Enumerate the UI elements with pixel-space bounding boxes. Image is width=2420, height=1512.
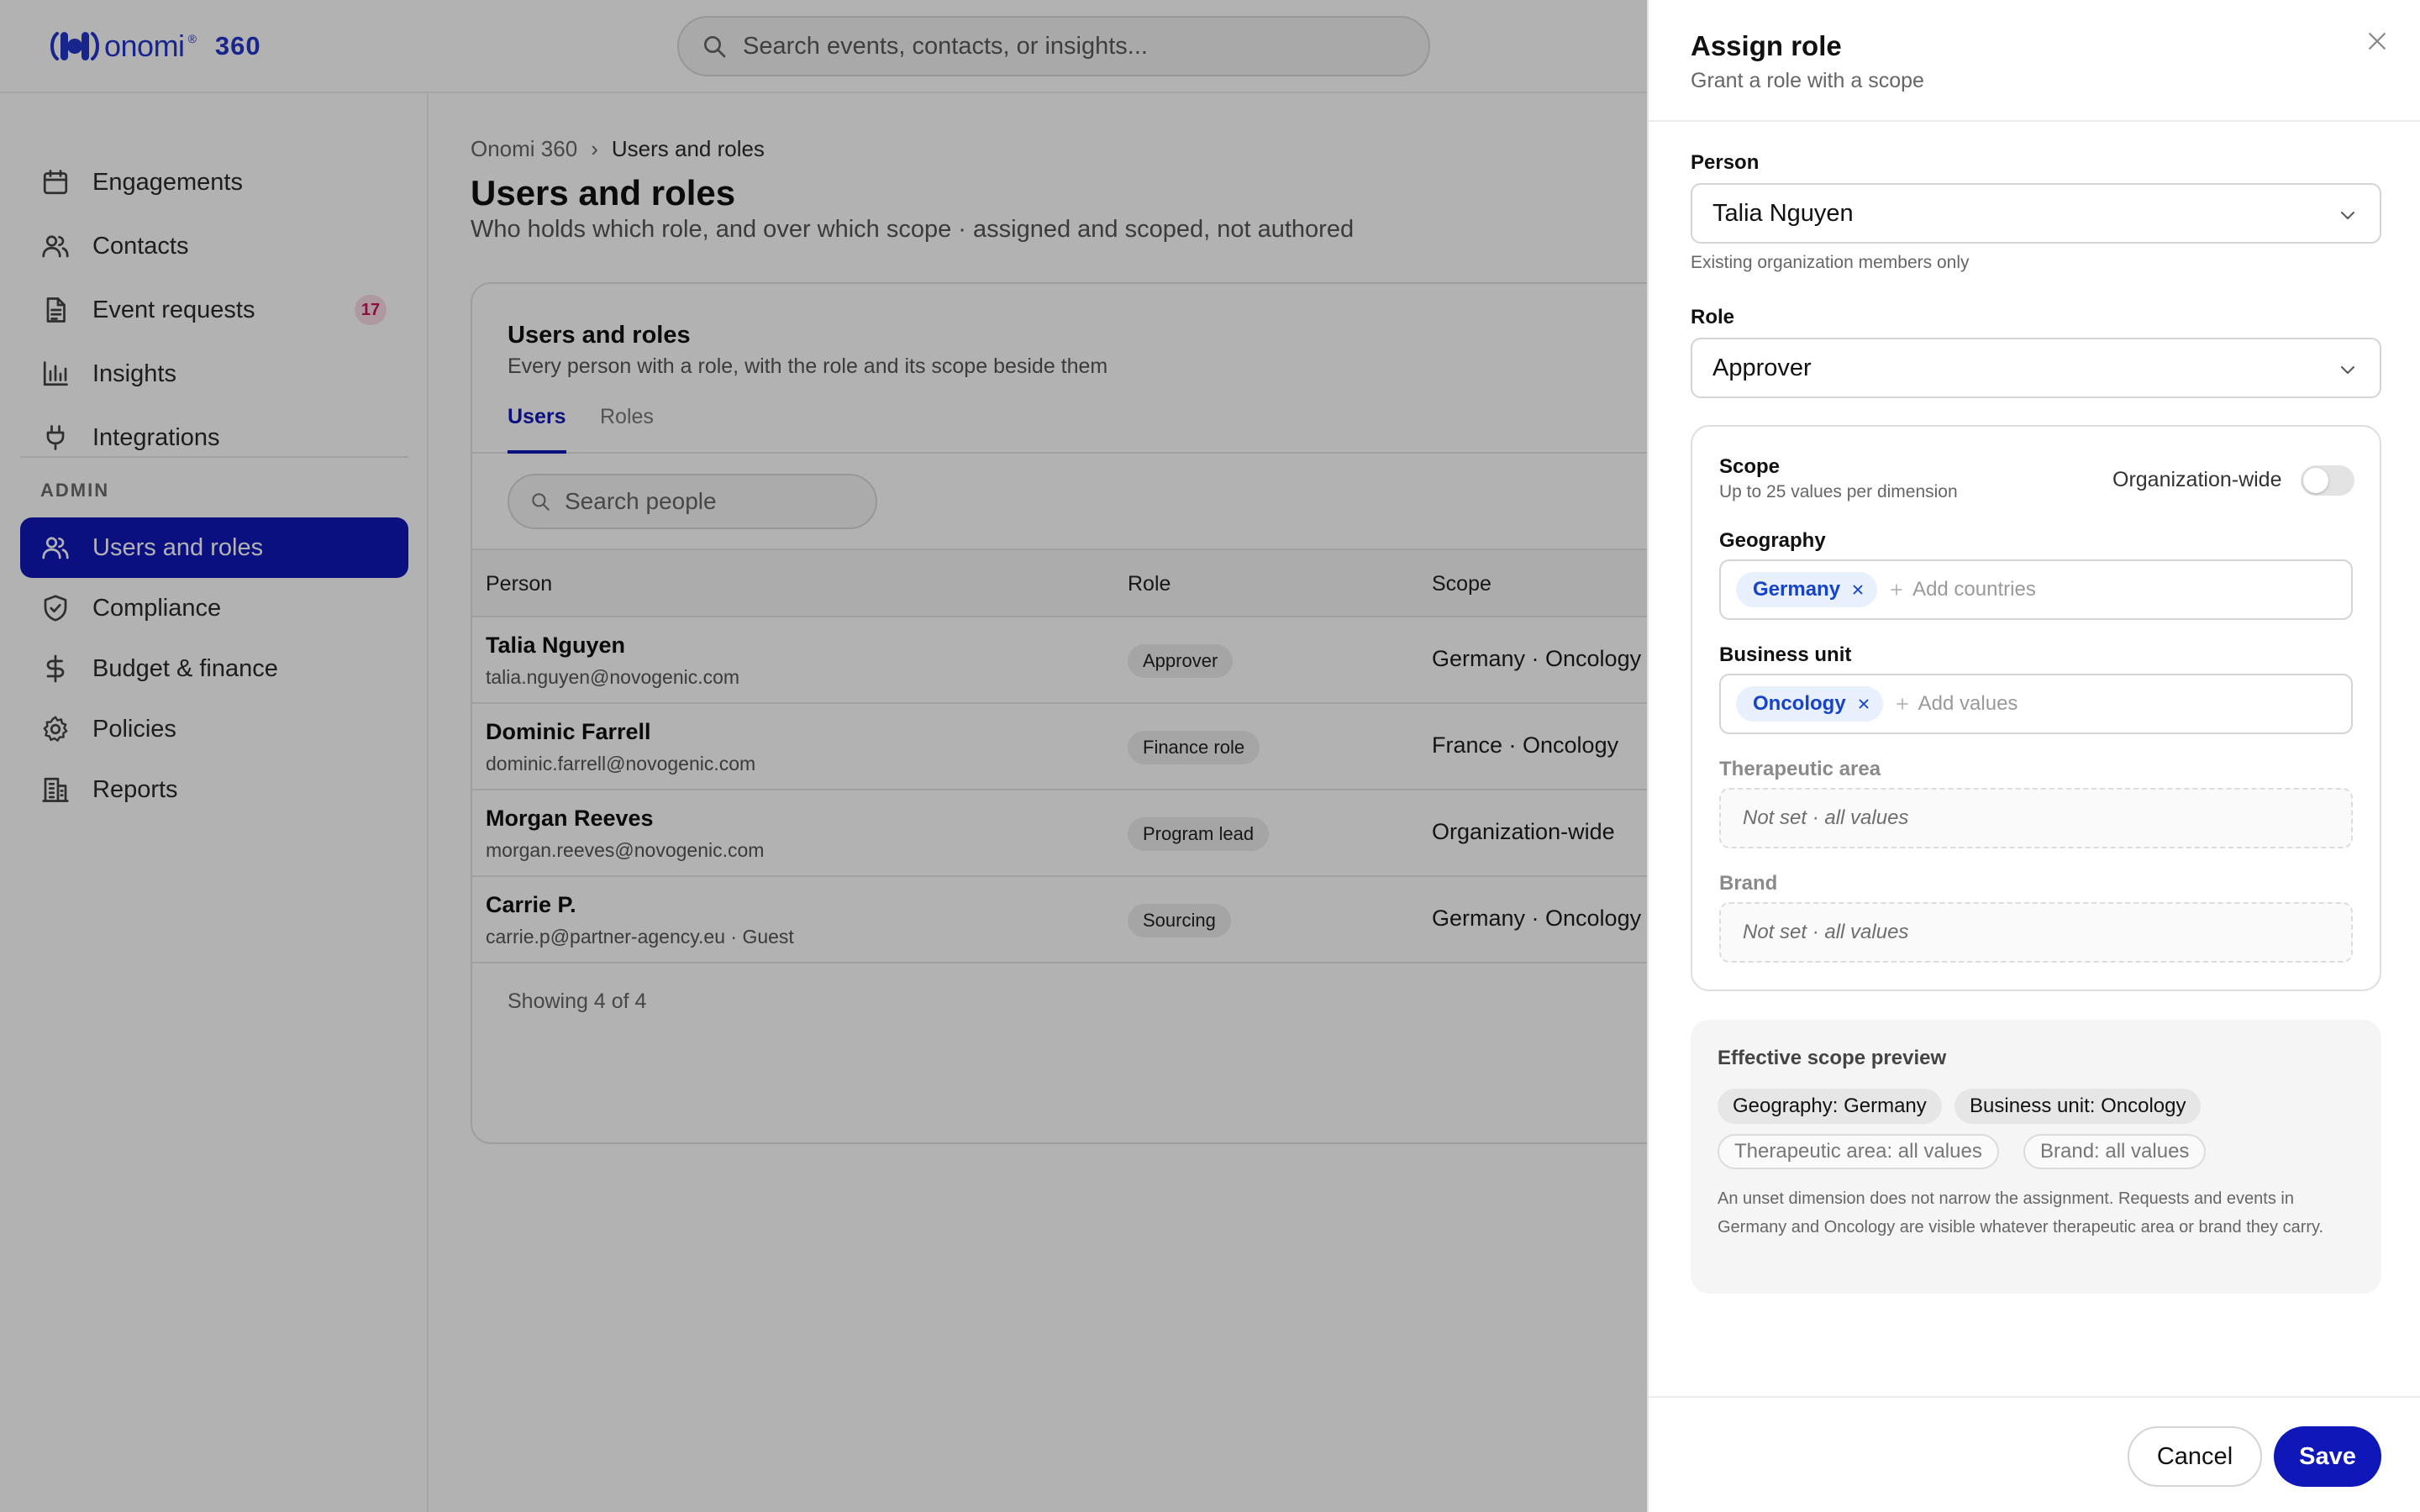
remove-chip-icon[interactable] (1850, 582, 1865, 597)
organization-wide-toggle[interactable] (2301, 465, 2354, 496)
person-select-value: Talia Nguyen (1712, 199, 1854, 227)
drawer-subtitle: Grant a role with a scope (1691, 69, 1924, 92)
preview-chip-geography: Geography: Germany (1718, 1089, 1942, 1124)
save-button[interactable]: Save (2274, 1426, 2381, 1487)
therapeutic-area-input[interactable]: Not set · all values (1719, 788, 2353, 848)
plus-icon (1896, 698, 1908, 710)
modal-backdrop[interactable] (0, 0, 1647, 1512)
geography-label: Geography (1719, 529, 1826, 552)
brand-label: Brand (1719, 872, 1778, 895)
assign-role-drawer: Assign role Grant a role with a scope Pe… (1647, 0, 2420, 1512)
scope-title: Scope (1719, 455, 1781, 478)
chip-label: Oncology (1753, 692, 1846, 715)
brand-input[interactable]: Not set · all values (1719, 902, 2353, 963)
plus-icon (1891, 584, 1902, 596)
role-select-value: Approver (1712, 354, 1812, 381)
chevron-down-icon (2341, 366, 2354, 374)
cancel-button[interactable]: Cancel (2128, 1426, 2262, 1487)
role-field-label: Role (1691, 306, 1735, 328)
preview-chip-therapeutic-area: Therapeutic area: all values (1718, 1134, 1999, 1169)
business-unit-label: Business unit (1719, 643, 1852, 666)
chevron-down-icon (2341, 212, 2354, 219)
business-unit-chip: Oncology (1736, 686, 1883, 722)
add-values-button[interactable]: Add values (1895, 692, 2018, 716)
add-countries-button[interactable]: Add countries (1889, 578, 2036, 601)
remove-chip-icon[interactable] (1856, 696, 1871, 711)
organization-wide-label: Organization-wide (2112, 468, 2282, 491)
drawer-header: Assign role Grant a role with a scope (1649, 0, 2420, 122)
geography-chip: Germany (1736, 572, 1878, 607)
preview-note: An unset dimension does not narrow the a… (1718, 1189, 2324, 1236)
person-select[interactable]: Talia Nguyen (1691, 183, 2381, 244)
scope-card: Scope Up to 25 values per dimension Orga… (1691, 425, 2381, 991)
person-field-label: Person (1691, 151, 1760, 174)
drawer-footer: Cancel Save (1649, 1396, 2420, 1512)
close-icon[interactable] (2365, 29, 2390, 54)
empty-value-text: Not set · all values (1743, 806, 1909, 829)
add-countries-label: Add countries (1912, 578, 2036, 601)
scope-hint: Up to 25 values per dimension (1719, 482, 1958, 501)
therapeutic-area-label: Therapeutic area (1719, 758, 1881, 780)
drawer-title: Assign role (1691, 30, 1842, 61)
preview-chip-business-unit: Business unit: Oncology (1954, 1089, 2202, 1124)
add-values-label: Add values (1918, 692, 2018, 715)
preview-chip-brand: Brand: all values (2023, 1134, 2207, 1169)
preview-title: Effective scope preview (1718, 1047, 1947, 1069)
chip-label: Germany (1753, 578, 1841, 601)
person-helper-text: Existing organization members only (1691, 253, 1970, 272)
effective-scope-preview: Effective scope preview Geography: Germa… (1691, 1020, 2381, 1294)
business-unit-input[interactable]: Oncology Add values (1719, 674, 2353, 734)
empty-value-text: Not set · all values (1743, 921, 1909, 943)
app: onomi ® 360 Search events, contacts, or … (0, 0, 2420, 1512)
geography-input[interactable]: Germany Add countries (1719, 559, 2353, 620)
role-select[interactable]: Approver (1691, 338, 2381, 398)
toggle-knob (2303, 468, 2328, 493)
